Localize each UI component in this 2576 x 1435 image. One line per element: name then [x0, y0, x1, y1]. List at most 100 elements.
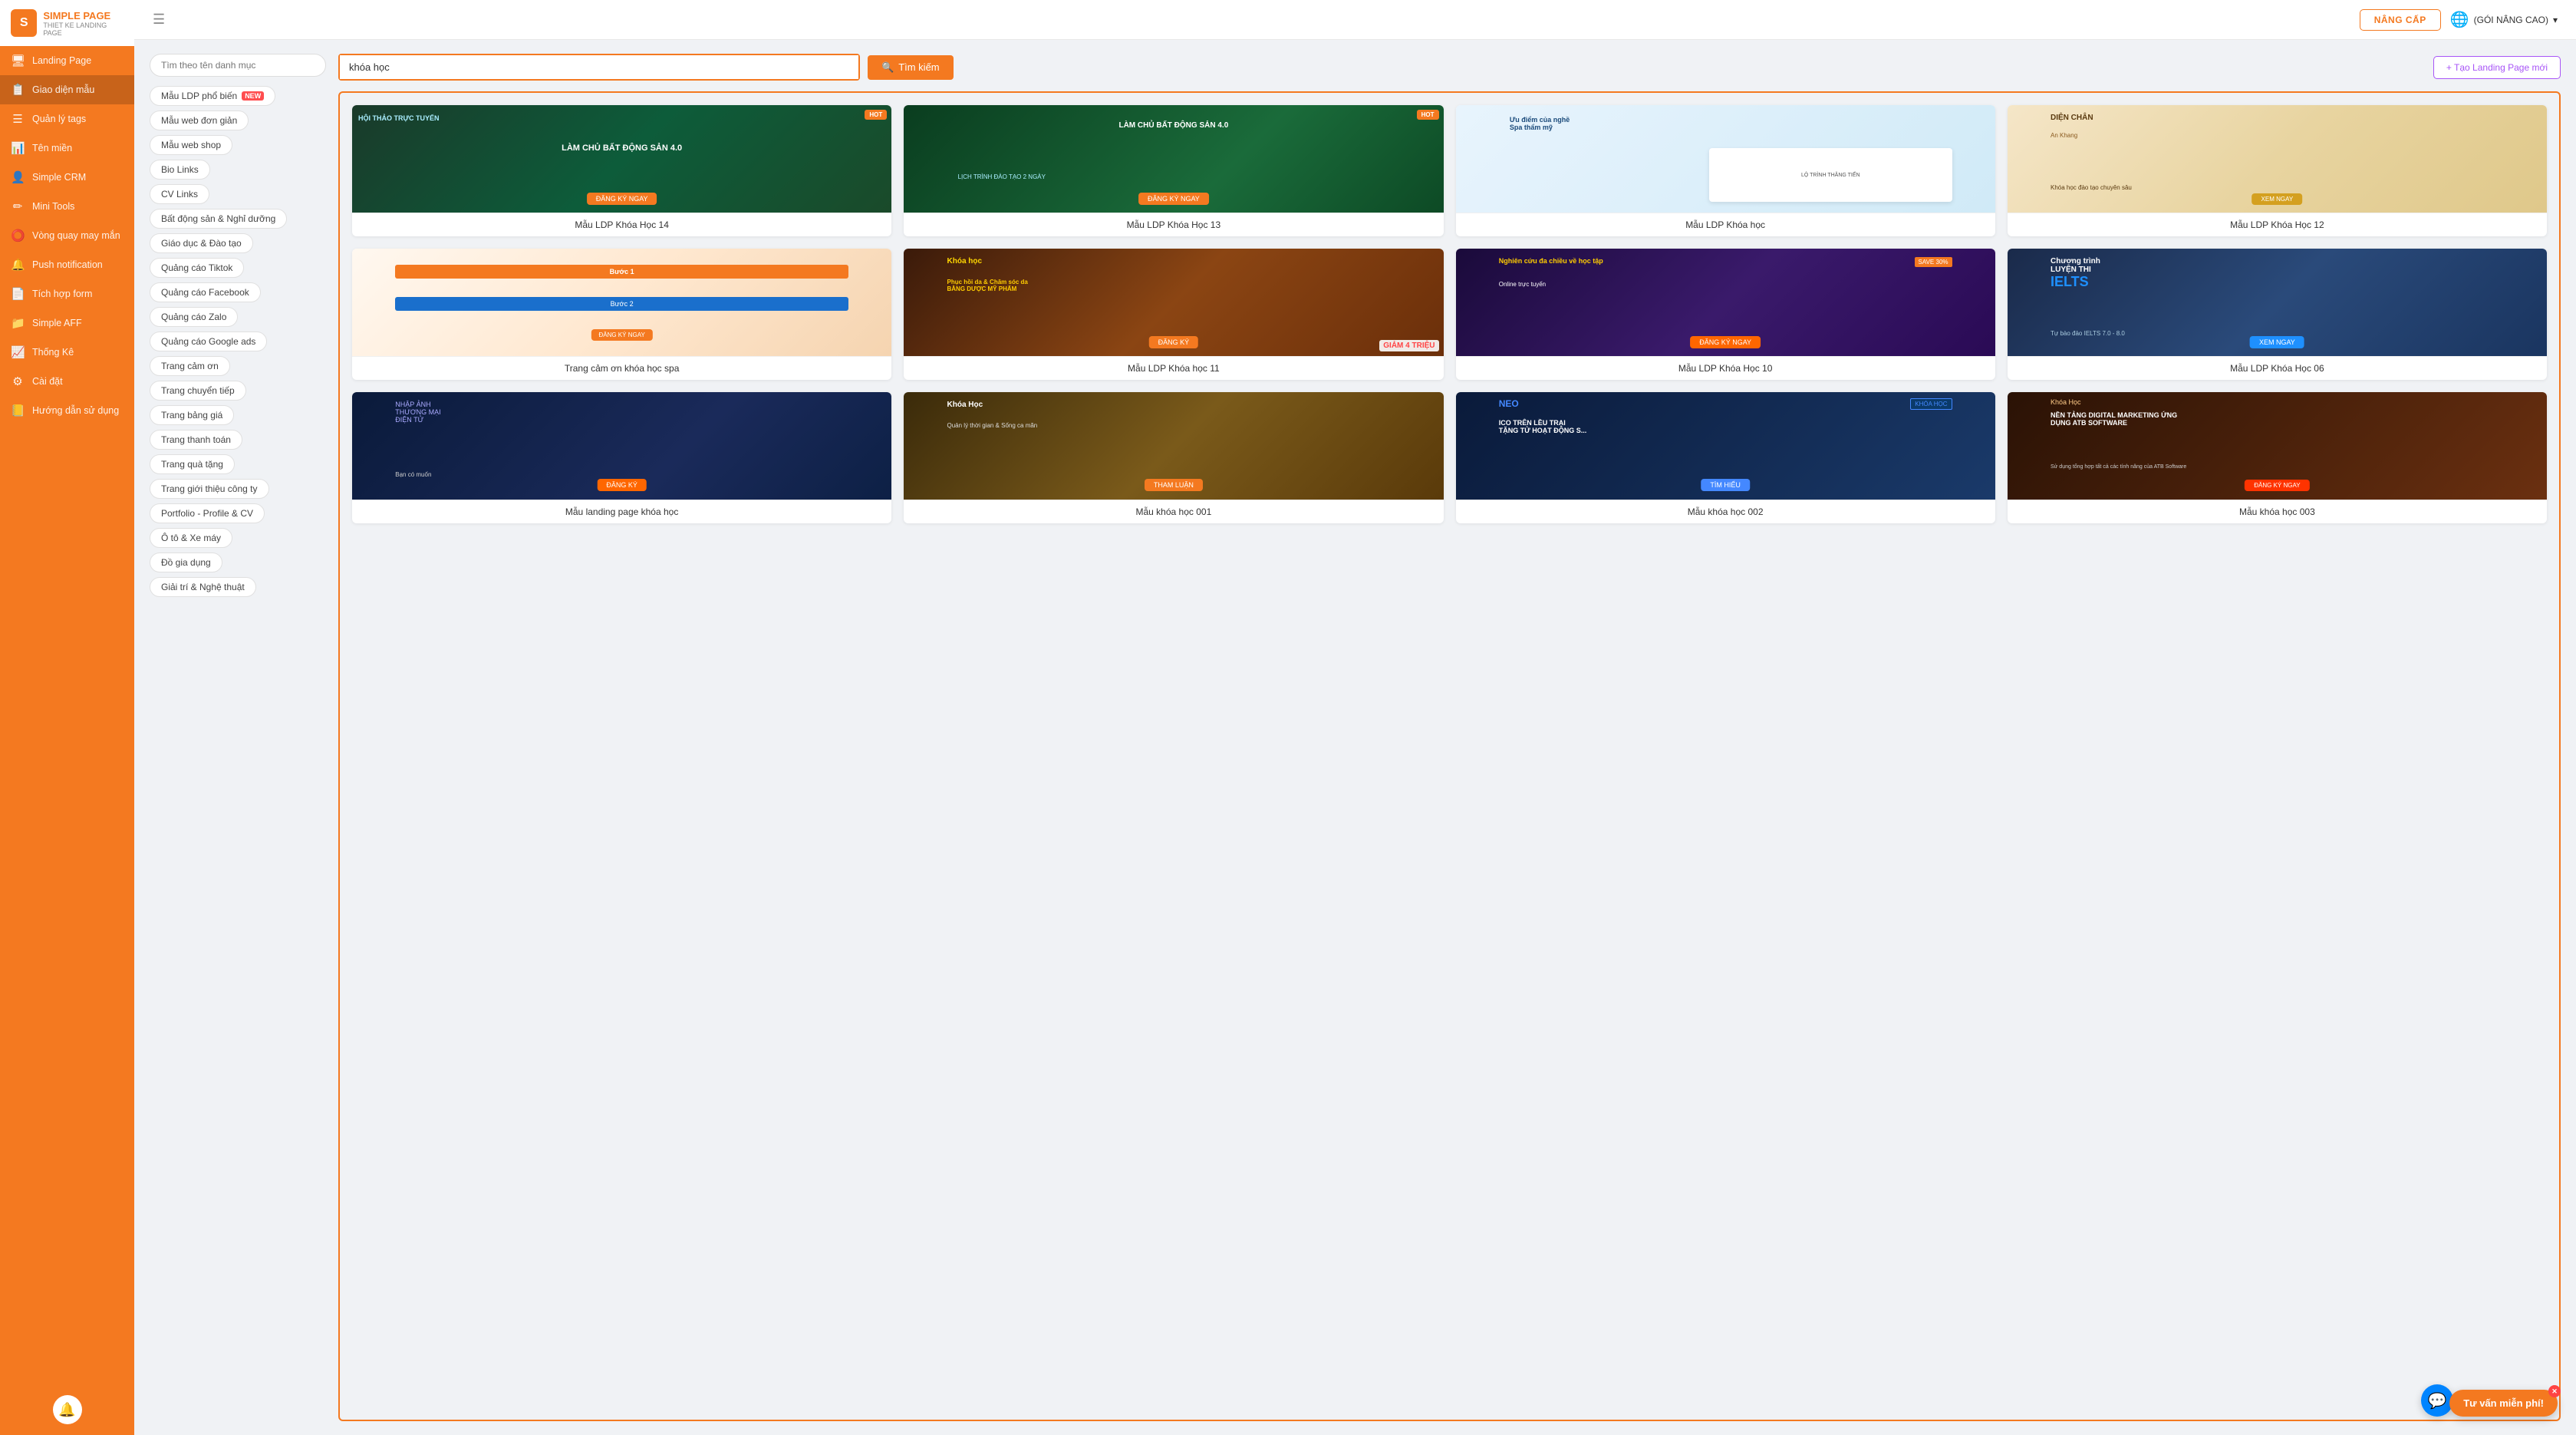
category-tag-do-gia-dung[interactable]: Đồ gia dụng [150, 553, 222, 572]
globe-icon: 🌐 [2450, 10, 2469, 29]
template-card-2[interactable]: LÀM CHỦ BẤT ĐỘNG SẢN 4.0 LỊCH TRÌNH ĐÀO … [904, 105, 1443, 236]
sidebar-item-label: Vòng quay may mắn [32, 230, 120, 241]
category-label: Giáo dục & Đào tạo [161, 238, 242, 249]
sidebar-item-landing-page[interactable]: 🖥 Landing Page [0, 46, 134, 75]
sidebar-item-cai-dat[interactable]: ⚙ Cài đặt [0, 367, 134, 396]
sidebar-item-label: Cài đặt [32, 376, 63, 387]
category-label: Quảng cáo Zalo [161, 312, 226, 322]
sidebar-item-tich-hop-form[interactable]: 📄 Tích hợp form [0, 279, 134, 308]
category-tag-mau-ldp-pho-bien[interactable]: Mẫu LDP phổ biến NEW [150, 86, 275, 106]
template-card-4[interactable]: DIỆN CHÂN An Khang Khóa học đào tạo chuy… [2008, 105, 2547, 236]
category-tag-trang-bang-gia[interactable]: Trang bảng giá [150, 405, 234, 425]
chat-support-icon[interactable]: 💬 [2421, 1384, 2453, 1417]
aff-icon: 📁 [11, 316, 25, 330]
sidebar-item-simple-crm[interactable]: 👤 Simple CRM [0, 163, 134, 192]
card-thumbnail-10: Khóa Học Quản lý thời gian & Sống ca mãn… [904, 392, 1443, 500]
category-panel: Mẫu LDP phổ biến NEW Mẫu web đơn giản Mẫ… [150, 54, 326, 1421]
sidebar-item-label: Tên miền [32, 143, 72, 153]
sidebar-item-thong-ke[interactable]: 📈 Thống Kê [0, 338, 134, 367]
category-tag-quang-cao-facebook[interactable]: Quảng cáo Facebook [150, 282, 261, 302]
category-tag-quang-cao-zalo[interactable]: Quảng cáo Zalo [150, 307, 238, 327]
category-tag-o-to[interactable]: Ô tô & Xe máy [150, 528, 232, 548]
card-label-12: Mẫu khóa học 003 [2008, 500, 2547, 523]
template-card-5[interactable]: Bước 1 Bước 2 ĐĂNG KÝ NGAY Trang cảm ơn … [352, 249, 891, 380]
new-badge: NEW [242, 91, 264, 101]
plan-label: (GÓI NÂNG CAO) [2474, 15, 2548, 25]
form-icon: 📄 [11, 287, 25, 301]
create-landing-page-button[interactable]: + Tạo Landing Page mới [2433, 56, 2561, 79]
card-thumbnail-12: Khóa Học NỀN TẢNG DIGITAL MARKETING ỨNGD… [2008, 392, 2547, 500]
sidebar-item-ten-mien[interactable]: 📊 Tên miền [0, 134, 134, 163]
category-tag-quang-cao-tiktok[interactable]: Quảng cáo Tiktok [150, 258, 244, 278]
language-selector[interactable]: 🌐 (GÓI NÂNG CAO) ▾ [2450, 10, 2558, 29]
sidebar-item-mini-tools[interactable]: ✏ Mini Tools [0, 192, 134, 221]
sidebar-item-quan-ly-tags[interactable]: ☰ Quản lý tags [0, 104, 134, 134]
results-grid: HỘI THẢO TRỰC TUYẾN LÀM CHỦ BẤT ĐỘNG SẢN… [352, 105, 2547, 523]
main-area: ☰ NÂNG CẤP 🌐 (GÓI NÂNG CAO) ▾ Mẫu LDP ph… [134, 0, 2576, 1435]
category-list: Mẫu LDP phổ biến NEW Mẫu web đơn giản Mẫ… [150, 86, 326, 600]
template-card-8[interactable]: Chương trìnhLUYỆN THIIELTS Tự bào đảo IE… [2008, 249, 2547, 380]
category-label: Mẫu web đơn giản [161, 115, 237, 126]
search-input-wrapper [338, 54, 860, 81]
menu-toggle-icon[interactable]: ☰ [153, 12, 165, 28]
category-tag-trang-gioi-thieu[interactable]: Trang giới thiệu công ty [150, 479, 269, 499]
category-tag-bio-links[interactable]: Bio Links [150, 160, 210, 180]
sidebar-item-push-notification[interactable]: 🔔 Push notification [0, 250, 134, 279]
category-tag-portfolio[interactable]: Portfolio - Profile & CV [150, 503, 265, 523]
category-tag-cv-links[interactable]: CV Links [150, 184, 209, 204]
template-card-10[interactable]: Khóa Học Quản lý thời gian & Sống ca mãn… [904, 392, 1443, 523]
chevron-down-icon: ▾ [2553, 15, 2558, 25]
search-button[interactable]: 🔍 Tìm kiếm [868, 55, 954, 80]
upgrade-button[interactable]: NÂNG CẤP [2360, 9, 2441, 31]
chat-widget-close-icon[interactable]: ✕ [2548, 1385, 2561, 1397]
template-card-9[interactable]: NHẬP ẢNHTHƯƠNG MẠIĐIỆN TỬ Bạn có muốn ĐĂ… [352, 392, 891, 523]
content-area: Mẫu LDP phổ biến NEW Mẫu web đơn giản Mẫ… [134, 40, 2576, 1435]
category-label: Trang thanh toán [161, 434, 231, 445]
push-icon: 🔔 [11, 258, 25, 272]
category-tag-giai-tri[interactable]: Giải trí & Nghệ thuật [150, 577, 256, 597]
chat-widget[interactable]: ✕ Tư vấn miễn phí! [2449, 1390, 2558, 1417]
category-label: Giải trí & Nghệ thuật [161, 582, 245, 592]
notification-bell[interactable]: 🔔 [53, 1395, 82, 1424]
category-tag-trang-cam-on[interactable]: Trang cảm ơn [150, 356, 230, 376]
sidebar-item-giao-dien-mau[interactable]: 📋 Giao diện mẫu [0, 75, 134, 104]
card-thumbnail-2: LÀM CHỦ BẤT ĐỘNG SẢN 4.0 LỊCH TRÌNH ĐÀO … [904, 105, 1443, 213]
category-label: Trang cảm ơn [161, 361, 219, 371]
template-card-11[interactable]: NEO ICO TRÊN LỀU TRẠITẶNG TỬ HOẠT ĐỘNG S… [1456, 392, 1995, 523]
search-bar: 🔍 Tìm kiếm + Tạo Landing Page mới [338, 54, 2561, 81]
template-card-1[interactable]: HỘI THẢO TRỰC TUYẾN LÀM CHỦ BẤT ĐỘNG SẢN… [352, 105, 891, 236]
sidebar: S SIMPLE PAGE THIET KE LANDING PAGE 🖥 La… [0, 0, 134, 1435]
crm-icon: 👤 [11, 170, 25, 184]
huong-dan-icon: 📒 [11, 404, 25, 417]
card-label-5: Trang cảm ơn khóa học spa [352, 356, 891, 380]
category-tag-mau-web-shop[interactable]: Mẫu web shop [150, 135, 232, 155]
category-tag-quang-cao-google[interactable]: Quảng cáo Google ads [150, 332, 267, 351]
category-search-input[interactable] [150, 54, 326, 77]
template-card-3[interactable]: Ưu điểm của nghềSpa thẩm mỹ LỘ TRÌNH THĂ… [1456, 105, 1995, 236]
category-tag-giao-duc[interactable]: Giáo dục & Đào tạo [150, 233, 253, 253]
sidebar-item-label: Giao diện mẫu [32, 84, 94, 95]
card-thumbnail-5: Bước 1 Bước 2 ĐĂNG KÝ NGAY [352, 249, 891, 356]
card-label-11: Mẫu khóa học 002 [1456, 500, 1995, 523]
search-input[interactable] [340, 55, 858, 79]
sidebar-item-huong-dan[interactable]: 📒 Hướng dẫn sử dụng [0, 396, 134, 425]
category-tag-mau-web-don-gian[interactable]: Mẫu web đơn giản [150, 111, 249, 130]
sidebar-item-vong-quay[interactable]: ⭕ Vòng quay may mắn [0, 221, 134, 250]
category-label: Ô tô & Xe máy [161, 533, 221, 543]
template-card-12[interactable]: Khóa Học NỀN TẢNG DIGITAL MARKETING ỨNGD… [2008, 392, 2547, 523]
template-card-7[interactable]: Nghiên cứu đa chiều về học tập Online tr… [1456, 249, 1995, 380]
landing-page-icon: 🖥 [11, 54, 25, 68]
category-label: Đồ gia dụng [161, 557, 211, 568]
sidebar-item-simple-aff[interactable]: 📁 Simple AFF [0, 308, 134, 338]
category-label: Bio Links [161, 164, 199, 175]
category-tag-bat-dong-san[interactable]: Bất động sản & Nghỉ dưỡng [150, 209, 287, 229]
template-card-6[interactable]: Khóa học Phục hồi da & Chăm sóc daBẰNG D… [904, 249, 1443, 380]
sidebar-item-label: Thống Kê [32, 347, 74, 358]
sidebar-item-label: Quản lý tags [32, 114, 86, 124]
category-tag-trang-thanh-toan[interactable]: Trang thanh toán [150, 430, 242, 450]
sidebar-item-label: Hướng dẫn sử dụng [32, 405, 119, 416]
category-tag-trang-qua-tang[interactable]: Trang quà tặng [150, 454, 235, 474]
category-label: Quảng cáo Google ads [161, 336, 255, 347]
category-label: Mẫu LDP phổ biến [161, 91, 237, 101]
category-tag-trang-chuyen-tiep[interactable]: Trang chuyển tiếp [150, 381, 246, 401]
